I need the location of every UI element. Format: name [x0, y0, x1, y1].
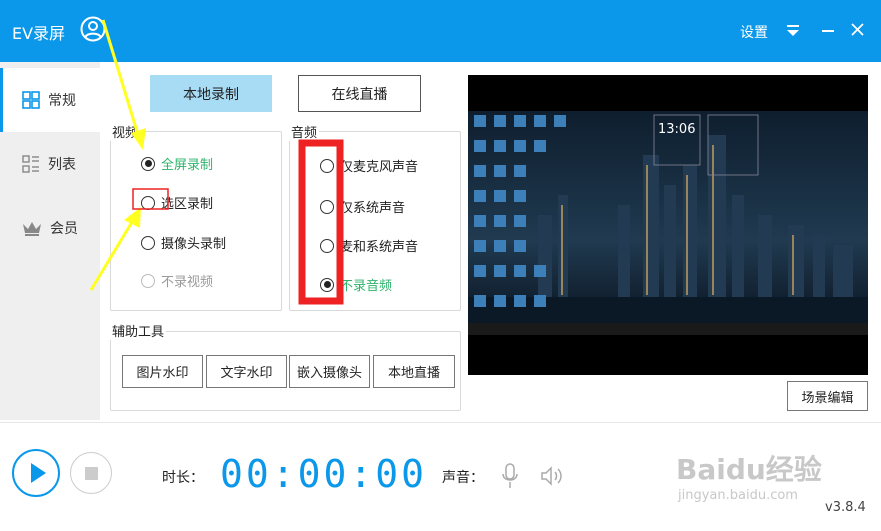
video-option-camera[interactable]: 摄像头录制 [141, 233, 226, 252]
option-label: 选区录制 [161, 197, 214, 212]
settings-button[interactable]: 设置 [740, 22, 768, 42]
sidebar-item-member[interactable]: 会员 [0, 196, 100, 260]
audio-option-mic-and-system[interactable]: 麦和系统声音 [320, 236, 418, 255]
sidebar-item-list[interactable]: 列表 [0, 132, 100, 196]
dropdown-menu-icon[interactable] [786, 24, 800, 38]
record-timer: 00:00:00 [220, 452, 428, 496]
radio-button[interactable] [320, 199, 334, 214]
radio-button[interactable] [141, 195, 155, 210]
option-label: 麦和系统声音 [340, 240, 419, 255]
radio-button[interactable] [320, 238, 334, 253]
audio-option-none[interactable]: 不录音频 [320, 275, 392, 294]
tab-local-record[interactable]: 本地录制 [150, 75, 272, 112]
scene-edit-button[interactable]: 场景编辑 [787, 381, 868, 411]
sidebar-item-label: 列表 [48, 157, 76, 173]
tab-online-live[interactable]: 在线直播 [298, 75, 421, 112]
play-button[interactable] [12, 449, 60, 497]
play-icon [31, 463, 46, 483]
close-icon[interactable] [851, 23, 864, 36]
option-label: 不录音频 [340, 279, 393, 294]
user-account-icon[interactable] [80, 16, 106, 42]
radio-button [141, 273, 155, 288]
audio-group-label: 音频 [289, 122, 320, 141]
title-bar: EV录屏 设置 [0, 0, 881, 62]
option-label: 仅麦克风声音 [340, 160, 419, 175]
text-watermark-button[interactable]: 文字水印 [206, 355, 287, 388]
option-label: 全屏录制 [161, 158, 214, 173]
sidebar-item-general[interactable]: 常规 [0, 68, 100, 132]
video-option-region[interactable]: 选区录制 [141, 193, 213, 212]
microphone-icon[interactable] [500, 463, 520, 489]
embed-camera-button[interactable]: 嵌入摄像头 [289, 355, 370, 388]
app-title: EV录屏 [12, 24, 66, 43]
video-group-label: 视频 [110, 122, 141, 141]
sidebar-item-label: 常规 [48, 93, 76, 109]
preview-clock: 13:06 [658, 122, 695, 137]
audio-option-mic-only[interactable]: 仅麦克风声音 [320, 156, 418, 175]
duration-label: 时长： [162, 470, 204, 486]
ev-recorder-window: EV录屏 设置 常规 列表 会员 本地录制 在线直播 视频 全屏录制 选区录制 … [0, 0, 881, 531]
minimize-icon[interactable] [822, 30, 834, 32]
radio-button[interactable] [141, 156, 155, 171]
screen-preview: 13:06 [468, 75, 868, 375]
video-option-fullscreen[interactable]: 全屏录制 [141, 154, 213, 173]
list-icon [22, 155, 39, 173]
video-option-none: 不录视频 [141, 271, 213, 290]
grid-icon [22, 91, 40, 109]
radio-button[interactable] [320, 158, 334, 173]
image-watermark-button[interactable]: 图片水印 [122, 355, 203, 388]
radio-button[interactable] [320, 277, 334, 292]
local-live-button[interactable]: 本地直播 [373, 355, 455, 388]
sidebar-item-label: 会员 [50, 221, 78, 237]
desktop-preview-image: 13:06 [468, 75, 868, 375]
option-label: 仅系统声音 [340, 201, 406, 216]
sidebar: 常规 列表 会员 [0, 62, 100, 420]
watermark-logo: Baidu经验 [676, 453, 822, 486]
baidu-jingyan-watermark: Baidu经验 jingyan.baidu.com [676, 448, 836, 508]
stop-button[interactable] [70, 452, 112, 494]
watermark-url: jingyan.baidu.com [678, 488, 798, 503]
radio-button[interactable] [141, 235, 155, 250]
audio-option-system-only[interactable]: 仅系统声音 [320, 197, 405, 216]
sound-label: 声音： [442, 470, 484, 486]
tools-group-label: 辅助工具 [110, 321, 167, 340]
option-label: 摄像头录制 [161, 237, 227, 252]
option-label: 不录视频 [161, 275, 214, 290]
speaker-icon[interactable] [540, 466, 564, 486]
crown-icon [23, 222, 41, 236]
